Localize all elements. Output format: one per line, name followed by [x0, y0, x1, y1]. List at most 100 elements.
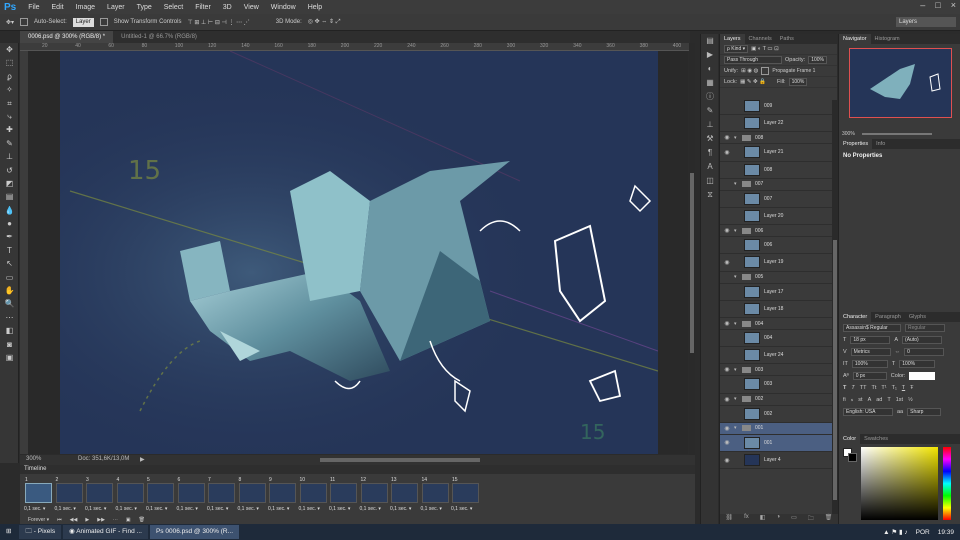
animation-frame[interactable]: 11 0,1 sec. ▾ — [329, 477, 358, 513]
antialias-dropdown[interactable]: Sharp — [907, 408, 942, 416]
workspace-dropdown[interactable]: Layers — [896, 17, 956, 27]
horizontal-scale-input[interactable]: 100% — [899, 360, 936, 368]
layer-row[interactable]: ◉ Layer 19 — [720, 254, 832, 272]
marquee-tool-icon[interactable]: ⬚ — [0, 56, 19, 69]
maximize-button[interactable]: □ — [935, 0, 940, 10]
prev-frame-button[interactable]: ◀◀ — [70, 517, 78, 523]
menu-file[interactable]: File — [22, 4, 45, 11]
font-family-dropdown[interactable]: Assassin$ Regular — [843, 324, 901, 332]
opacity-input[interactable]: 100% — [808, 56, 827, 64]
menu-view[interactable]: View — [238, 4, 265, 11]
layer-group-row[interactable]: ▾ 005 — [720, 272, 832, 284]
layer-row[interactable]: ◉ Layer 4 — [720, 452, 832, 470]
language-dropdown[interactable]: English: USA — [843, 408, 893, 416]
visibility-eye-icon[interactable]: ◉ — [720, 457, 734, 464]
layer-row[interactable]: 009 — [720, 100, 832, 116]
character-styles-icon[interactable]: A — [701, 160, 719, 174]
ordinals-button[interactable]: 1st — [896, 397, 903, 403]
dodge-tool-icon[interactable]: ● — [0, 217, 19, 230]
adjustment-layer-icon[interactable]: ◑ — [776, 514, 780, 524]
stylistic-alternates-button[interactable]: ad — [876, 397, 882, 403]
lock-icons[interactable]: ▦ ✎ ✥ 🔒 — [740, 79, 766, 85]
tab-glyphs[interactable]: Glyphs — [905, 312, 930, 322]
tab-color[interactable]: Color — [839, 434, 861, 444]
minimize-button[interactable]: – — [920, 0, 925, 10]
next-frame-button[interactable]: ▶▶ — [97, 517, 105, 523]
layer-row[interactable]: 003 — [720, 376, 832, 394]
navigator-preview[interactable] — [849, 48, 952, 118]
visibility-eye-icon[interactable]: ◉ — [720, 320, 734, 327]
clone-stamp-icon[interactable]: ⊥ — [0, 150, 19, 163]
strikethrough-button[interactable]: Ŧ — [910, 385, 913, 391]
hue-slider[interactable] — [943, 447, 951, 520]
new-layer-icon[interactable]: 🗀 — [808, 514, 814, 524]
ligatures-button[interactable]: fi — [843, 397, 846, 403]
tween-icon[interactable]: ⋯ — [113, 517, 118, 523]
zoom-level[interactable]: 300% — [26, 456, 41, 462]
animation-frame[interactable]: 3 0,1 sec. ▾ — [85, 477, 114, 513]
brushes-icon[interactable]: ✎ — [701, 104, 719, 118]
leading-input[interactable]: (Auto) — [902, 336, 943, 344]
frame-delay[interactable]: 0,1 sec. ▾ — [360, 506, 381, 512]
canvas-area[interactable]: 15 15 — [28, 51, 688, 454]
close-button[interactable]: × — [951, 0, 956, 10]
frame-delay[interactable]: 0,1 sec. ▾ — [238, 506, 259, 512]
layer-row[interactable]: ◉ Layer 21 — [720, 144, 832, 162]
frame-delay[interactable]: 0,1 sec. ▾ — [390, 506, 411, 512]
delete-layer-icon[interactable]: 🗑 — [825, 514, 833, 524]
tab-histogram[interactable]: Histogram — [871, 34, 904, 44]
color-swatch-icon[interactable]: ◧ — [0, 324, 19, 337]
small-caps-button[interactable]: Tt — [871, 385, 876, 391]
duplicate-frame-icon[interactable]: ▣ — [126, 517, 131, 523]
animation-frame[interactable]: 12 0,1 sec. ▾ — [360, 477, 389, 513]
timeline-icon[interactable]: ⧖ — [701, 188, 719, 202]
font-style-dropdown[interactable]: Regular — [905, 324, 945, 332]
frame-delay[interactable]: 0,1 sec. ▾ — [85, 506, 106, 512]
font-size-input[interactable]: 18 px — [850, 336, 891, 344]
navigator-zoom-slider[interactable] — [862, 132, 933, 135]
tab-properties[interactable]: Properties — [839, 139, 873, 149]
propagate-checkbox[interactable] — [761, 67, 770, 75]
visibility-eye-icon[interactable]: ◉ — [720, 259, 734, 266]
all-caps-button[interactable]: TT — [860, 385, 867, 391]
taskbar-item-pixels[interactable]: 🗀 - Pixels — [19, 525, 62, 539]
faux-italic-button[interactable]: T — [851, 385, 854, 391]
fractions-button[interactable]: ½ — [908, 397, 913, 403]
hand-tool-icon[interactable]: ✋ — [0, 284, 19, 297]
layer-row[interactable]: 006 — [720, 237, 832, 255]
animation-frame[interactable]: 6 0,1 sec. ▾ — [177, 477, 206, 513]
visibility-eye-icon[interactable]: ◉ — [720, 439, 734, 446]
underline-button[interactable]: T — [902, 385, 905, 391]
menu-3d[interactable]: 3D — [217, 4, 238, 11]
lasso-tool-icon[interactable]: ϼ — [0, 70, 19, 83]
fill-input[interactable]: 100% — [788, 78, 808, 86]
tab-info[interactable]: Info — [872, 139, 889, 149]
layer-row[interactable]: 002 — [720, 406, 832, 423]
tool-presets-icon[interactable]: ⚒ — [701, 132, 719, 146]
unify-icons[interactable]: ⊞ ◉ ◍ — [741, 68, 758, 74]
group-expand-icon[interactable]: ▾ — [734, 274, 742, 280]
faux-bold-button[interactable]: T — [843, 385, 846, 391]
healing-brush-icon[interactable]: ✚ — [0, 123, 19, 136]
visibility-eye-icon[interactable]: ◉ — [720, 425, 734, 432]
start-button[interactable]: ⊞ — [0, 525, 18, 539]
layer-row[interactable]: Layer 22 — [720, 115, 832, 133]
align-icons[interactable]: ⊤ ⊞ ⊥ ⊢ ⊟ ⊣ ⋮ ⋯ ⋰ — [187, 19, 249, 26]
group-expand-icon[interactable]: ▾ — [734, 367, 742, 373]
zoom-tool-icon[interactable]: 🔍 — [0, 297, 19, 310]
layer-row[interactable]: Layer 24 — [720, 347, 832, 365]
frame-delay[interactable]: 0,1 sec. ▾ — [116, 506, 137, 512]
animation-frame[interactable]: 10 0,1 sec. ▾ — [299, 477, 328, 513]
group-expand-icon[interactable]: ▾ — [734, 321, 742, 327]
shape-tool-icon[interactable]: ▭ — [0, 271, 19, 284]
quick-mask-icon[interactable]: ◙ — [0, 338, 19, 351]
layer-group-row[interactable]: ◉ ▾ 004 — [720, 318, 832, 330]
kerning-input[interactable]: Metrics — [850, 348, 891, 356]
layer-group-row[interactable]: ◉ ▾ 002 — [720, 394, 832, 406]
visibility-eye-icon[interactable]: ◉ — [720, 366, 734, 373]
animation-frame[interactable]: 14 0,1 sec. ▾ — [421, 477, 450, 513]
frame-delay[interactable]: 0,1 sec. ▾ — [146, 506, 167, 512]
group-expand-icon[interactable]: ▾ — [734, 425, 742, 431]
layer-group-row[interactable]: ◉ ▾ 001 — [720, 422, 832, 435]
layer-row[interactable]: Layer 20 — [720, 208, 832, 226]
